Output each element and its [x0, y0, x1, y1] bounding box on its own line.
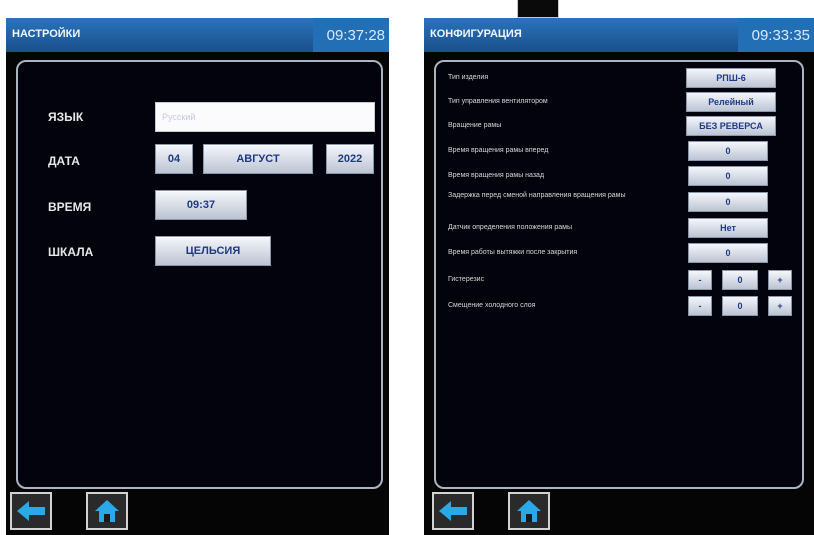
config-row-label: Тип управления вентилятором: [448, 98, 548, 105]
config-header: КОНФИГУРАЦИЯ 09:33:35: [424, 18, 814, 52]
config-row-value[interactable]: 0: [688, 243, 768, 263]
config-row-value[interactable]: 0: [722, 296, 758, 316]
settings-title: НАСТРОЙКИ: [12, 28, 81, 40]
config-row-label: Время вращения рамы вперед: [448, 147, 549, 154]
time-button[interactable]: 09:37: [155, 190, 247, 220]
config-row-value[interactable]: 0: [688, 166, 768, 186]
config-row-value[interactable]: БЕЗ РЕВЕРСА: [686, 116, 776, 136]
month-button[interactable]: АВГУСТ: [203, 144, 313, 174]
home-icon: [517, 500, 541, 522]
scale-button[interactable]: ЦЕЛЬСИЯ: [155, 236, 271, 266]
year-button[interactable]: 2022: [326, 144, 374, 174]
arrow-left-icon: [439, 501, 467, 521]
time-label: ВРЕМЯ: [48, 200, 92, 214]
config-row-value[interactable]: Нет: [688, 218, 768, 238]
settings-panel: ЯЗЫК Русский ДАТА 04 АВГУСТ 2022 ВРЕМЯ 0…: [16, 60, 383, 489]
home-icon: [95, 500, 119, 522]
config-title: КОНФИГУРАЦИЯ: [430, 28, 522, 40]
back-button[interactable]: [10, 492, 52, 530]
minus-button[interactable]: -: [688, 270, 712, 290]
arrow-left-icon: [17, 501, 45, 521]
config-row-label: Вращение рамы: [448, 122, 502, 129]
config-row-value[interactable]: 0: [688, 192, 768, 212]
config-screen: КОНФИГУРАЦИЯ 09:33:35 Тип изделия РПШ-6 …: [424, 18, 814, 535]
language-label: ЯЗЫК: [48, 110, 84, 124]
config-row-label: Смещение холодного слоя: [448, 302, 536, 309]
back-button[interactable]: [432, 492, 474, 530]
plus-button[interactable]: +: [768, 296, 792, 316]
settings-screen: НАСТРОЙКИ 09:37:28 ЯЗЫК Русский ДАТА 04 …: [6, 18, 389, 535]
config-row-value[interactable]: РПШ-6: [686, 68, 776, 88]
settings-clock: 09:37:28: [313, 18, 389, 52]
config-row-label: Датчик определения положения рамы: [448, 224, 573, 231]
config-row-label: Тип изделия: [448, 74, 489, 81]
home-button[interactable]: [86, 492, 128, 530]
config-clock: 09:33:35: [738, 18, 814, 52]
config-row-value[interactable]: 0: [722, 270, 758, 290]
scale-label: ШКАЛА: [48, 245, 94, 259]
config-row-label: Время вращения рамы назад: [448, 172, 545, 179]
day-button[interactable]: 04: [155, 144, 193, 174]
minus-button[interactable]: -: [688, 296, 712, 316]
top-indicator: [517, 0, 559, 18]
plus-button[interactable]: +: [768, 270, 792, 290]
config-row-label: Задержка перед сменой направления вращен…: [448, 192, 626, 199]
settings-header: НАСТРОЙКИ 09:37:28: [6, 18, 389, 52]
config-row-label: Время работы вытяжки после закрытия: [448, 249, 578, 256]
config-row-value[interactable]: Релейный: [686, 92, 776, 112]
config-panel: Тип изделия РПШ-6 Тип управления вентиля…: [434, 60, 804, 489]
language-select[interactable]: Русский: [155, 102, 375, 132]
config-row-label: Гистерезис: [448, 276, 485, 283]
config-row-value[interactable]: 0: [688, 141, 768, 161]
date-label: ДАТА: [48, 154, 80, 168]
home-button[interactable]: [508, 492, 550, 530]
